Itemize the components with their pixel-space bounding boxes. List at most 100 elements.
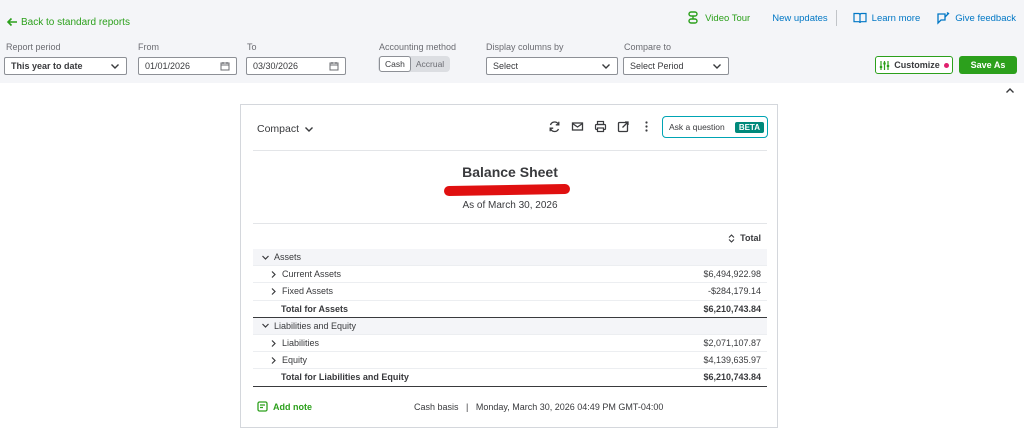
- cash-option[interactable]: Cash: [379, 56, 411, 72]
- row-value: $2,071,107.87: [703, 338, 761, 349]
- display-columns-select[interactable]: Select: [486, 57, 618, 75]
- timestamp-text: Monday, March 30, 2026 04:49 PM GMT-04:0…: [475, 401, 664, 412]
- ask-a-question-button[interactable]: Ask a question BETA: [662, 116, 768, 138]
- divider: [253, 223, 767, 224]
- section-row-assets[interactable]: Assets: [253, 249, 767, 267]
- row-value: $6,210,743.84: [703, 303, 761, 314]
- chevron-down-icon: [602, 64, 610, 69]
- chevron-down-icon: [262, 255, 269, 260]
- sliders-icon: [880, 60, 890, 70]
- beta-badge: BETA: [734, 121, 764, 133]
- sort-icon: [728, 233, 735, 243]
- accounting-method-label: Accounting method: [379, 42, 457, 52]
- print-icon[interactable]: [594, 120, 607, 133]
- back-to-reports-link[interactable]: Back to standard reports: [6, 16, 130, 28]
- row-value: $6,210,743.84: [703, 372, 761, 383]
- table-row-liabilities[interactable]: Liabilities $2,071,107.87: [253, 335, 767, 353]
- report-period-value: This year to date: [11, 61, 83, 71]
- learn-more-label: Learn more: [871, 12, 921, 24]
- calendar-icon[interactable]: [329, 61, 339, 71]
- row-value: -$284,179.14: [707, 286, 761, 297]
- view-mode-value: Compact: [257, 123, 300, 135]
- report-card: Compact Ask a question BETA Balance Shee…: [240, 104, 778, 428]
- total-row-assets: Total for Assets $6,210,743.84: [253, 301, 767, 318]
- add-note-label: Add note: [273, 401, 312, 412]
- video-tour-link[interactable]: Video Tour: [686, 11, 750, 25]
- from-date-value: 01/01/2026: [145, 61, 191, 71]
- report-table: Assets Current Assets $6,494,922.98 Fixe…: [253, 249, 767, 387]
- chevron-right-icon: [271, 288, 276, 295]
- export-icon[interactable]: [617, 120, 630, 133]
- row-value: $6,494,922.98: [703, 269, 761, 280]
- table-row-equity[interactable]: Equity $4,139,635.97: [253, 352, 767, 370]
- ask-a-question-label: Ask a question: [669, 122, 725, 132]
- new-updates-link[interactable]: New updates: [772, 13, 827, 24]
- row-value: $4,139,635.97: [703, 355, 761, 366]
- video-tour-label: Video Tour: [705, 12, 751, 24]
- divider: [835, 10, 837, 26]
- from-date-input[interactable]: 01/01/2026: [138, 57, 237, 75]
- more-options-icon[interactable]: [640, 120, 653, 133]
- accounting-method-toggle: Cash Accrual: [378, 56, 451, 72]
- row-label: Liabilities: [282, 338, 320, 349]
- collapse-toolbar-button[interactable]: [1001, 84, 1019, 98]
- divider: [253, 150, 767, 151]
- report-title: Balance Sheet: [462, 164, 558, 180]
- customize-button[interactable]: Customize: [875, 56, 953, 74]
- basis-text: Cash basis: [414, 401, 459, 412]
- total-row-liabilities-equity: Total for Liabilities and Equity $6,210,…: [253, 369, 767, 387]
- chevron-right-icon: [271, 339, 276, 347]
- feedback-icon: [937, 12, 950, 25]
- refresh-icon[interactable]: [548, 120, 561, 133]
- email-icon[interactable]: [571, 120, 584, 133]
- row-label: Total for Assets: [281, 303, 349, 314]
- note-icon: [257, 401, 268, 412]
- report-period-label: Report period: [6, 42, 61, 52]
- table-row-fixed-assets[interactable]: Fixed Assets -$284,179.14: [253, 283, 767, 301]
- table-row-current-assets[interactable]: Current Assets $6,494,922.98: [253, 266, 767, 284]
- add-note-button[interactable]: Add note: [257, 401, 312, 412]
- new-updates-label: New updates: [772, 12, 828, 24]
- compare-to-select[interactable]: Select Period: [623, 57, 729, 75]
- to-date-input[interactable]: 03/30/2026: [246, 57, 346, 75]
- chevron-down-icon: [713, 64, 721, 69]
- report-date: As of March 30, 2026: [462, 200, 558, 211]
- book-icon: [853, 12, 867, 24]
- view-mode-select[interactable]: Compact: [257, 123, 314, 135]
- column-header-total[interactable]: Total: [253, 227, 767, 249]
- chevron-right-icon: [271, 356, 276, 364]
- back-link-label: Back to standard reports: [21, 16, 130, 28]
- calendar-icon[interactable]: [220, 61, 230, 71]
- save-as-button[interactable]: Save As: [959, 56, 1017, 74]
- learn-more-link[interactable]: Learn more: [853, 11, 921, 25]
- display-columns-label: Display columns by: [486, 42, 564, 52]
- chevron-down-icon: [262, 323, 269, 329]
- chevron-up-icon: [1006, 88, 1014, 93]
- report-period-select[interactable]: This year to date: [4, 57, 127, 75]
- row-label: Equity: [282, 355, 308, 366]
- chevron-right-icon: [271, 270, 276, 278]
- top-links: Video Tour New updates Learn more Give f…: [686, 10, 1016, 26]
- row-label: Total for Liabilities and Equity: [281, 372, 409, 383]
- give-feedback-link[interactable]: Give feedback: [936, 11, 1016, 25]
- row-label: Fixed Assets: [282, 286, 334, 297]
- accrual-option[interactable]: Accrual: [411, 57, 449, 71]
- chevron-down-icon: [305, 127, 314, 132]
- video-tour-icon: [688, 11, 698, 24]
- row-label: Assets: [274, 252, 302, 263]
- section-row-liabilities-equity[interactable]: Liabilities and Equity: [253, 317, 767, 335]
- compare-to-label: Compare to: [624, 42, 672, 52]
- column-header-label: Total: [740, 233, 761, 243]
- redaction-mark: [443, 183, 571, 197]
- customize-label: Customize: [894, 60, 940, 70]
- row-label: Liabilities and Equity: [274, 320, 357, 331]
- metadata-separator: |: [461, 401, 474, 412]
- to-date-value: 03/30/2026: [253, 61, 299, 71]
- display-columns-value: Select: [493, 61, 519, 71]
- report-footer: Add note Cash basis | Monday, March 30, …: [257, 401, 765, 412]
- report-actions: [548, 120, 653, 133]
- chevron-down-icon: [111, 64, 119, 69]
- report-toolbar: Back to standard reports Video Tour New …: [0, 0, 1024, 83]
- give-feedback-label: Give feedback: [955, 12, 1016, 24]
- notification-dot: [943, 62, 949, 68]
